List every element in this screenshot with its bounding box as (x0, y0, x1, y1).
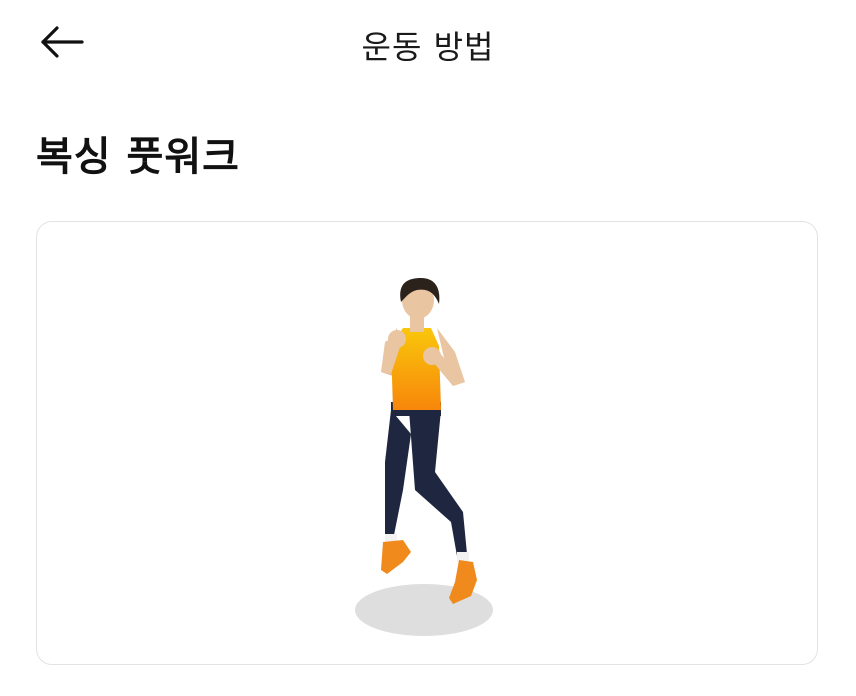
page-title: 운동 방법 (361, 28, 495, 66)
boxing-footwork-figure (355, 278, 493, 636)
back-fist (388, 330, 406, 348)
front-leg (409, 410, 467, 556)
front-fist (423, 347, 441, 365)
exercise-illustration-card (36, 221, 818, 665)
back-leg (385, 410, 411, 540)
top-bar: 운동 방법 (0, 0, 856, 84)
back-shoe (381, 540, 411, 574)
exercise-guide-screen: 운동 방법 복싱 풋워크 (0, 0, 856, 696)
exercise-name: 복싱 풋워크 (36, 134, 240, 180)
